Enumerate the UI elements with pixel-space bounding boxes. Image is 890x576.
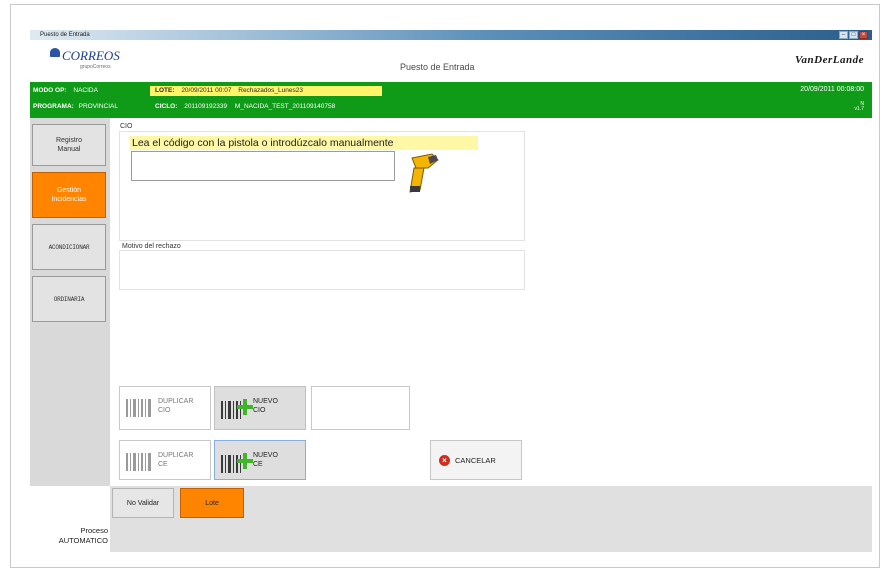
cancelar-label: CANCELAR [455, 455, 496, 465]
barcode-add-icon [221, 399, 253, 419]
sidebar-item-label: ORDINARIA [53, 295, 85, 303]
correos-horn-icon [50, 48, 60, 57]
brand-bar: CORREOS grupoCorreos Puesto de Entrada V… [30, 40, 872, 82]
cancel-icon: × [439, 454, 450, 466]
duplicar-ce-button[interactable]: DUPLICAR CE [119, 440, 211, 480]
barcode-add-icon [221, 453, 253, 473]
duplicar-cio-button[interactable]: DUPLICAR CIO [119, 386, 211, 430]
ciclo-value: 201109192339 [184, 103, 228, 110]
proceso-value: AUTOMATICO [58, 536, 108, 545]
barcode-scanner-icon [409, 153, 439, 193]
sidebar-item-label: Registro Manual [55, 137, 83, 153]
sidebar: Registro Manual Gestión Incidencias ACON… [30, 118, 110, 486]
modo-op-label: MODO OP: [33, 87, 67, 94]
app-window: CORREOS grupoCorreos Puesto de Entrada V… [30, 40, 872, 552]
programa-value: PROVINCIAL [78, 103, 118, 110]
nuevo-cio-button[interactable]: NUEVO CIO [214, 386, 306, 430]
cio-label: CIO [120, 123, 133, 130]
sidebar-item-acondicionar[interactable]: ACONDICIONAR [32, 224, 106, 270]
no-validar-button[interactable]: No Validar [112, 488, 174, 518]
lote-button[interactable]: Lote [180, 488, 244, 518]
proceso-label: Proceso [80, 526, 108, 535]
scan-instruction: Lea el código con la pistola o introdúzc… [130, 136, 478, 150]
close-icon[interactable]: × [859, 31, 868, 39]
window-titlebar: Puesto de Entrada – □ × [30, 30, 872, 40]
proceso-mode: Proceso AUTOMATICO [59, 526, 108, 546]
sidebar-item-label: ACONDICIONAR [48, 243, 90, 251]
window-controls: – □ × [839, 31, 868, 39]
maximize-icon[interactable]: □ [849, 31, 858, 39]
barcode-icon [126, 399, 151, 417]
motivo-label: Motivo del rechazo [122, 243, 181, 250]
vanderlande-logo: VanDerLande [794, 54, 864, 66]
lote-label: LOTE: [155, 87, 175, 94]
duplicar-ce-label: DUPLICAR CE [158, 452, 194, 468]
status-datetime: 20/09/2011 00:08:00 [800, 86, 864, 93]
status-bar: MODO OP: NACIDA PROGRAMA: PROVINCIAL LOT… [30, 82, 872, 118]
duplicar-cio-label: DUPLICAR CIO [158, 398, 194, 414]
cancelar-button[interactable]: × CANCELAR [430, 440, 522, 480]
correos-logo: CORREOS grupoCorreos [50, 48, 130, 76]
motivo-input[interactable] [119, 250, 525, 290]
sidebar-item-ordinaria[interactable]: ORDINARIA [32, 276, 106, 322]
lote-button-label: Lote [205, 499, 219, 507]
lote-value: 20/09/2011 00:07 [181, 87, 232, 94]
modo-op-value: NACIDA [73, 87, 98, 94]
nuevo-ce-button[interactable]: NUEVO CE [214, 440, 306, 480]
ciclo-name: M_NACIDA_TEST_201109140758 [234, 103, 336, 110]
footer: Proceso AUTOMATICO No Validar Lote [30, 486, 872, 552]
minimize-icon[interactable]: – [839, 31, 848, 39]
sidebar-item-gestion-incidencias[interactable]: Gestión Incidencias [32, 172, 106, 218]
cio-input[interactable] [131, 151, 395, 181]
programa: PROGRAMA: PROVINCIAL [33, 103, 118, 110]
lote-name: Rechazados_Lunes23 [238, 87, 303, 94]
empty-action-tile [311, 386, 410, 430]
modo-op: MODO OP: NACIDA [33, 87, 98, 94]
version-info: N v1.7 [855, 102, 864, 112]
window-title: Puesto de Entrada [40, 32, 90, 38]
version-line2: v1.7 [854, 106, 864, 112]
sidebar-item-registro-manual[interactable]: Registro Manual [32, 124, 106, 166]
screen-title: Puesto de Entrada [400, 62, 475, 72]
correos-logo-sub: grupoCorreos [80, 64, 111, 70]
sidebar-item-label: Gestión Incidencias [51, 187, 87, 203]
nuevo-cio-label: NUEVO CIO [253, 398, 278, 414]
nuevo-ce-label: NUEVO CE [253, 452, 278, 468]
ciclo-label: CICLO: [155, 103, 178, 110]
no-validar-label: No Validar [126, 499, 160, 507]
barcode-icon [126, 453, 151, 471]
lote-info: LOTE: 20/09/2011 00:07 Rechazados_Lunes2… [150, 86, 382, 96]
footer-mode-panel: Proceso AUTOMATICO [30, 486, 110, 552]
programa-label: PROGRAMA: [33, 103, 74, 110]
correos-logo-text: CORREOS [62, 48, 120, 63]
ciclo-info: CICLO: 201109192339 M_NACIDA_TEST_201109… [155, 103, 335, 110]
